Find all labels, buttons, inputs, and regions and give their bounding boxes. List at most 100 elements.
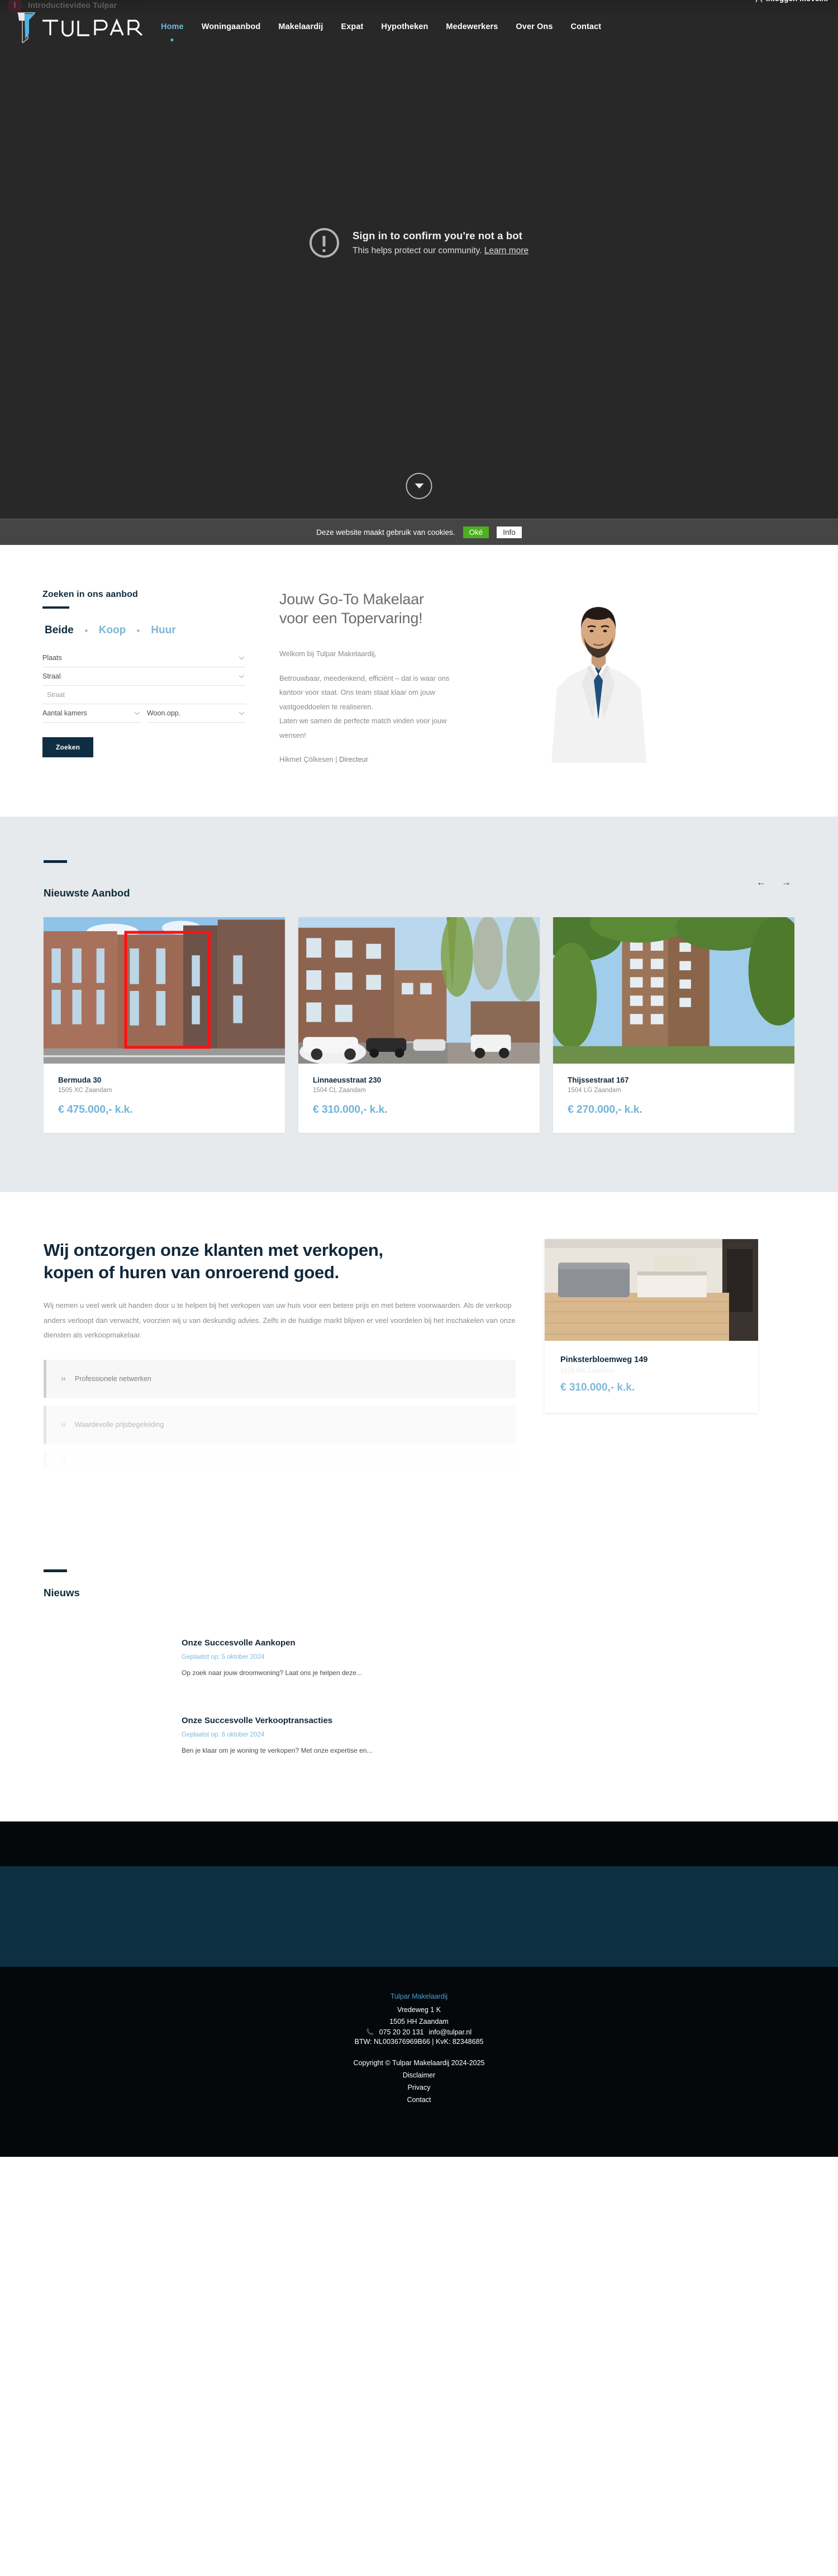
carousel-prev-arrow-icon[interactable]: ← <box>756 877 766 887</box>
carousel-next-arrow-icon[interactable]: → <box>782 877 791 887</box>
listing-card[interactable]: Thijssestraat 167 1504 LG Zaandam € 270.… <box>553 917 794 1133</box>
tab-huur[interactable]: Huur <box>149 624 178 637</box>
footer-email[interactable]: info@tulpar.nl <box>429 2028 472 2036</box>
news-item-date: Geplaatst op: 6 oktober 2024 <box>182 1731 265 1738</box>
latest-listings-section: Nieuwste Aanbod ← → Bermuda 30 1505 XC Z… <box>0 816 838 1192</box>
footer-link-privacy[interactable]: Privacy <box>0 2082 838 2094</box>
nav-item-medewerkers[interactable]: Medewerkers <box>437 19 507 35</box>
accordion-item-third[interactable]: “ <box>44 1451 516 1467</box>
nav-item-home[interactable]: Home <box>152 19 193 35</box>
intro-signature: Hikmet Çölkesen | Directeur <box>279 755 486 763</box>
cookie-consent-bar: Deze website maakt gebruik van cookies. … <box>0 519 838 545</box>
intro-heading: Jouw Go-To Makelaar voor een Topervaring! <box>279 590 486 628</box>
straal-select[interactable]: Straal <box>42 667 246 686</box>
news-section-title: Nieuws <box>44 1586 80 1598</box>
quote-icon: “ <box>61 1421 66 1432</box>
carousel-controls: ← → <box>756 877 794 899</box>
intro-heading-line2: voor een Topervaring! <box>279 610 423 627</box>
section-underline <box>44 860 67 863</box>
featured-listing-photo <box>545 1239 758 1341</box>
nav-item-over-ons[interactable]: Over Ons <box>507 19 561 35</box>
cookie-accept-button[interactable]: Oké <box>463 526 489 538</box>
straat-placeholder: Straat <box>47 691 65 699</box>
nav-item-woningaanbod[interactable]: Woningaanbod <box>193 19 270 35</box>
chevron-down-icon <box>415 483 423 488</box>
video-player-background[interactable] <box>0 0 838 545</box>
news-section: Nieuws Onze Succesvolle Aankopen Geplaat… <box>0 1527 838 1821</box>
straat-input[interactable]: Straat <box>42 686 246 704</box>
plaats-select[interactable]: Plaats <box>42 649 246 667</box>
director-portrait-wrap <box>486 590 676 763</box>
featured-listing-postcode: 1508 BR Zaandam <box>560 1367 615 1374</box>
intro-welcome: Welkom bij Tulpar Makelaardij, <box>279 649 377 658</box>
listing-photo <box>44 917 285 1064</box>
listing-address: Bermuda 30 <box>58 1075 102 1084</box>
quote-icon: “ <box>61 1375 66 1387</box>
decorative-black-band <box>0 1821 838 1866</box>
signature-separator: | <box>333 755 340 763</box>
search-submit-button[interactable]: Zoeken <box>42 737 94 757</box>
news-item-title: Onze Succesvolle Verkooptransacties <box>182 1715 333 1725</box>
search-type-tabs: Beide Koop Huur <box>42 624 246 637</box>
accordion-item-networks[interactable]: “ Professionele netwerken <box>44 1360 516 1398</box>
main-navbar: Home Woningaanbod Makelaardij Expat Hypo… <box>0 10 838 44</box>
tab-beide[interactable]: Beide <box>42 624 76 637</box>
news-item-excerpt: Op zoek naar jouw droomwoning? Laat ons … <box>182 1668 362 1677</box>
tab-koop[interactable]: Koop <box>97 624 128 637</box>
footer-phone[interactable]: 075 20 20 131 <box>379 2028 424 2036</box>
site-logo[interactable] <box>8 10 152 44</box>
listing-price: € 310.000,- k.k. <box>313 1103 388 1116</box>
intro-paragraph-line5: wensen! <box>279 731 306 739</box>
nav-item-contact[interactable]: Contact <box>562 19 611 35</box>
footer-contact-row: 📞 075 20 20 131 info@tulpar.nl <box>0 2028 838 2036</box>
news-item-excerpt: Ben je klaar om je woning te verkopen? M… <box>182 1746 373 1754</box>
footer-link-disclaimer[interactable]: Disclaimer <box>0 2070 838 2082</box>
plaats-label: Plaats <box>42 654 62 662</box>
signin-title: Sign in to confirm you're not a bot <box>352 230 522 241</box>
featured-listing-column: Pinksterbloemweg 149 1508 BR Zaandam € 3… <box>545 1239 758 1475</box>
signature-name: Hikmet Çölkesen <box>279 755 334 763</box>
listing-address: Linnaeusstraat 230 <box>313 1075 382 1084</box>
featured-listing-address: Pinksterbloemweg 149 <box>560 1355 648 1364</box>
woonopp-select[interactable]: Woon.opp. <box>147 704 246 723</box>
learn-more-link[interactable]: Learn more <box>484 246 528 255</box>
nav-item-makelaardij[interactable]: Makelaardij <box>269 19 332 35</box>
services-heading: Wij ontzorgen onze klanten met verkopen,… <box>44 1239 516 1284</box>
listing-card[interactable]: Linnaeusstraat 230 1504 CL Zaandam € 310… <box>298 917 540 1133</box>
services-accordion: “ Professionele netwerken “ Waardevolle … <box>44 1360 516 1467</box>
search-panel-title: Zoeken in ons aanbod <box>42 590 138 599</box>
cookie-info-button[interactable]: Info <box>497 526 522 538</box>
accordion-item-pricing[interactable]: “ Waardevolle prijsbegeleiding <box>44 1405 516 1444</box>
straal-label: Straal <box>42 672 61 680</box>
login-link[interactable]: Inloggen move.nl <box>755 0 828 3</box>
search-intro-section: Zoeken in ons aanbod Beide Koop Huur Pla… <box>0 545 838 817</box>
user-icon <box>755 0 763 3</box>
site-footer: Tulpar Makelaardij Vredeweg 1 K 1505 HH … <box>0 1966 838 2157</box>
scroll-down-button[interactable] <box>406 473 432 499</box>
nav-item-hypotheken[interactable]: Hypotheken <box>372 19 437 35</box>
accordion-label: Waardevolle prijsbegeleiding <box>75 1420 164 1429</box>
latest-listings-title: Nieuwste Aanbod <box>44 886 130 899</box>
kamers-select[interactable]: Aantal kamers <box>42 704 141 723</box>
chevron-down-icon <box>134 711 140 715</box>
listing-address: Thijssestraat 167 <box>568 1075 629 1084</box>
news-list-item[interactable]: Onze Succesvolle Verkooptransacties Gepl… <box>44 1716 794 1754</box>
footer-link-contact[interactable]: Contact <box>0 2094 838 2107</box>
footer-street: Vredeweg 1 K <box>397 2005 441 2014</box>
featured-listing-card[interactable]: Pinksterbloemweg 149 1508 BR Zaandam € 3… <box>545 1239 758 1413</box>
listing-card[interactable]: Bermuda 30 1505 XC Zaandam € 475.000,- k… <box>44 917 285 1133</box>
search-field-row: Aantal kamers Woon.opp. <box>42 704 246 723</box>
signin-sub-text: This helps protect our community. <box>352 246 482 255</box>
video-signin-overlay: Sign in to confirm you're not a bot This… <box>0 228 838 258</box>
nav-item-expat[interactable]: Expat <box>332 19 372 35</box>
news-item-title: Onze Succesvolle Aankopen <box>182 1638 296 1648</box>
news-list-item[interactable]: Onze Succesvolle Aankopen Geplaatst op: … <box>44 1638 794 1677</box>
intro-heading-line1: Jouw Go-To Makelaar <box>279 591 424 608</box>
services-body-text: Wij nemen u veel werk uit handen door u … <box>44 1301 516 1340</box>
footer-company-name: Tulpar Makelaardij <box>390 1992 448 2000</box>
tab-separator-dot <box>137 629 140 632</box>
listing-card-grid: Bermuda 30 1505 XC Zaandam € 475.000,- k… <box>44 917 794 1133</box>
quote-icon: “ <box>61 1455 66 1467</box>
login-label: Inloggen move.nl <box>766 0 828 3</box>
hero-video-section: Introductievideo Tulpar Home Woningaanbo… <box>0 0 838 545</box>
